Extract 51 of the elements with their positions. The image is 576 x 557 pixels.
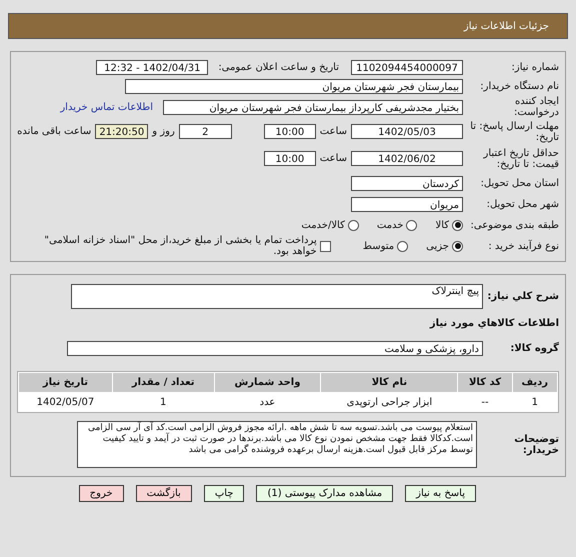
column-header: ردیف — [512, 373, 557, 392]
description-field: پیچ اینترلاک — [71, 284, 483, 308]
contact-link[interactable]: اطلاعات تماس خریدار — [60, 102, 153, 112]
page-title: جزئیات اطلاعات نیاز — [464, 20, 549, 32]
field-label: ساعت — [320, 153, 347, 164]
option-label: جزیی — [426, 240, 449, 252]
field-label: نوع فرآیند خرید : — [487, 240, 559, 252]
action-button[interactable]: مشاهده مدارک پیوستی (1) — [256, 485, 394, 502]
field-label: روز و — [152, 126, 175, 137]
notes-field: استعلام پیوست می باشد.تسویه سه تا شش ماهه .ارائه مجوز فروش الزامی است.کد آی آر سی الزامی است.کدکالا فقط جهت مشخص نمودن نوع کالا می باشد.برندها در صورت ثبت در آیمد و تایید کیفیت توسط مرکز قابل قبول است.هزینه ارسال برعهده فروشنده گرامی می باشد — [77, 421, 477, 468]
column-header: تعداد / مقدار — [112, 373, 214, 392]
column-header: کد کالا — [458, 373, 512, 392]
field-label: شماره نیاز: — [510, 62, 559, 73]
radio-button[interactable] — [452, 220, 463, 230]
radio-button[interactable] — [406, 220, 418, 230]
nav-button[interactable]: بازگشت — [136, 485, 192, 502]
field-label: توضیحات خریدار: — [513, 434, 559, 456]
option-label: متوسط — [362, 240, 394, 252]
days-field: 2 — [178, 124, 232, 139]
option-label: کالا — [435, 220, 449, 230]
action-button[interactable]: پاسخ به نیاز — [405, 485, 476, 502]
time-field: 10:00 — [264, 124, 316, 139]
field-label: ساعت باقی مانده — [17, 126, 92, 137]
nav-button[interactable]: خروج — [78, 485, 124, 502]
column-header: نام کالا — [321, 373, 458, 392]
field-label: ساعت — [320, 126, 347, 137]
action-button[interactable]: چاپ — [204, 485, 244, 502]
date-field: 1402/06/02 — [351, 151, 463, 166]
field-label: شرح کلي نياز: — [487, 290, 559, 302]
time-field: 10:00 — [264, 151, 316, 166]
field-label: ایجاد کننده درخواست: — [513, 96, 559, 118]
radio-button[interactable] — [452, 240, 463, 252]
field-label: مهلت ارسال پاسخ: تا تاریخ: — [469, 120, 559, 142]
field-label: شهر محل تحویل: — [486, 199, 559, 210]
column-header: واحد شمارش — [214, 373, 320, 392]
field-label: گروه کالا: — [509, 342, 559, 354]
date-field: 1402/05/03 — [351, 124, 463, 139]
column-header: تاریخ نیاز — [19, 373, 112, 392]
field-label: طبقه بندی موضوعی: — [470, 220, 559, 230]
section-title: اطلاعات کالاهاي مورد نياز — [430, 318, 559, 328]
radio-button[interactable] — [348, 220, 359, 230]
countdown-field: 21:20:50 — [95, 124, 148, 139]
radio-button[interactable] — [397, 240, 408, 252]
checkbox-label: پرداخت تمام یا بخشی از مبلغ خرید،از محل "اسناد خزانه اسلامی" خواهد بود. — [43, 235, 317, 257]
option-label: خدمت — [376, 220, 404, 230]
field-label: حداقل تاریخ اعتبار قیمت: تا تاریخ: — [482, 148, 559, 170]
field-label: تاریخ و ساعت اعلان عمومی: — [218, 62, 339, 73]
field-label: نام دستگاه خریدار: — [479, 81, 559, 92]
field-label: استان محل تحویل: — [480, 178, 559, 188]
checkbox[interactable] — [320, 240, 331, 252]
option-label: کالا/خدمت — [301, 220, 345, 230]
